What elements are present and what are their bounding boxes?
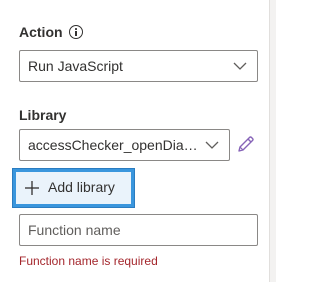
chevron-down-icon: [205, 141, 219, 149]
library-label: Library: [19, 107, 67, 123]
add-library-label: Add library: [48, 179, 115, 195]
function-name-error: Function name is required: [19, 254, 158, 268]
properties-panel: Action Run JavaScript Library accessChec…: [0, 0, 270, 282]
chevron-down-icon: [233, 62, 247, 70]
scrollbar[interactable]: [269, 0, 276, 282]
library-dropdown-value: accessChecker_openDialo...: [28, 137, 200, 153]
info-icon[interactable]: [69, 25, 83, 39]
plus-icon: [25, 181, 39, 195]
library-dropdown[interactable]: accessChecker_openDialo...: [19, 129, 230, 161]
pencil-icon[interactable]: [236, 134, 256, 154]
add-library-button[interactable]: Add library: [13, 169, 134, 207]
function-name-input[interactable]: [19, 214, 258, 246]
action-dropdown[interactable]: Run JavaScript: [19, 50, 258, 82]
action-dropdown-value: Run JavaScript: [28, 58, 123, 74]
action-label: Action: [19, 24, 63, 40]
